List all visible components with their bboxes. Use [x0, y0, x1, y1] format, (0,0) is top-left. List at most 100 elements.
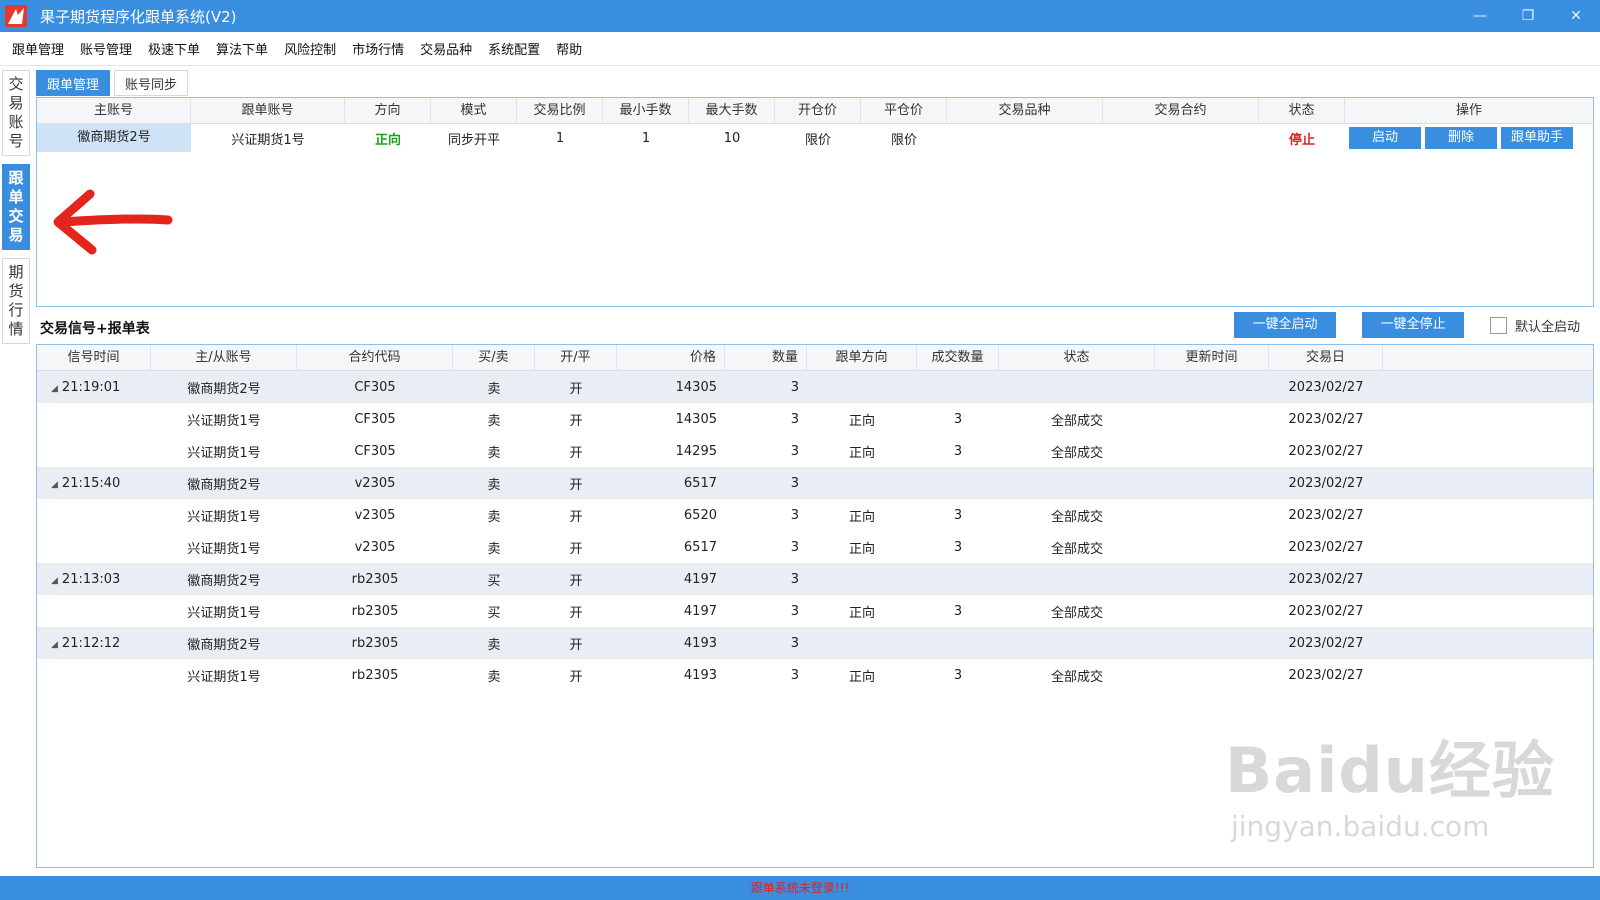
menu-risk-control[interactable]: 风险控制 [284, 39, 336, 58]
follow-table-row[interactable]: 徽商期货2号 兴证期货1号 正向 同步开平 1 1 10 限价 限价 停止 启动… [37, 124, 1593, 152]
expand-triangle-icon[interactable]: ◢ [51, 384, 58, 394]
sidebar-tab-follow-trading[interactable]: 跟 单 交 易 [2, 164, 30, 250]
menu-follow-management[interactable]: 跟单管理 [12, 39, 64, 58]
cell-follow-direction: 正向 [848, 445, 875, 461]
cell-filled-quantity: 3 [953, 539, 963, 555]
cell-trading-day: 2023/02/27 [1288, 539, 1364, 555]
menu-account-management[interactable]: 账号管理 [80, 39, 132, 58]
cell-buy-sell: 卖 [487, 477, 501, 493]
cell-order-status: 全部成交 [1050, 541, 1103, 557]
follow-config-panel: 主账号 跟单账号 方向 模式 交易比例 最小手数 最大手数 开仓价 平仓价 交易… [36, 97, 1594, 307]
start-button[interactable]: 启动 [1349, 127, 1421, 149]
cell-account: 兴证期货1号 [187, 605, 261, 621]
cell-contract-code: CF305 [354, 411, 396, 427]
cell-quantity: 3 [790, 507, 799, 523]
cell-quantity: 3 [790, 443, 799, 459]
cell-trading-day: 2023/02/27 [1288, 411, 1364, 427]
cell-trading-day: 2023/02/27 [1288, 635, 1364, 651]
col-price: 价格 [617, 344, 725, 371]
cell-buy-sell: 买 [487, 573, 501, 589]
table-row[interactable]: ◢ 21:19:01 徽商期货2号 CF305 卖 开 14305 3 2023/02/27 [37, 371, 1593, 403]
cell-price: 14305 [675, 411, 717, 427]
signal-table-header: 信号时间 主/从账号 合约代码 买/卖 开/平 价格 数量 跟单方向 成交数量 … [37, 344, 1593, 371]
cell-account: 兴证期货1号 [187, 413, 261, 429]
table-row[interactable]: 兴证期货1号 CF305 卖 开 14295 3 正向 3 全部成交 2023/02/27 [37, 435, 1593, 467]
col-min-lots: 最小手数 [603, 97, 689, 124]
cell-main-account[interactable]: 徽商期货2号 [37, 124, 191, 152]
table-row[interactable]: ◢ 21:12:12 徽商期货2号 rb2305 卖 开 4193 3 2023/02/27 [37, 627, 1593, 659]
follow-assistant-button[interactable]: 跟单助手 [1501, 127, 1573, 149]
col-open-close: 开/平 [535, 344, 617, 371]
default-start-checkbox[interactable] [1490, 317, 1507, 334]
cell-price: 14295 [675, 443, 717, 459]
sidebar-tab-trading-accounts[interactable]: 交 易 账 号 [2, 70, 30, 156]
minimize-button[interactable]: — [1456, 0, 1504, 32]
tab-follow-management[interactable]: 跟单管理 [36, 70, 111, 96]
cell-contract-code: rb2305 [351, 635, 399, 651]
cell-follow-direction: 正向 [848, 413, 875, 429]
menu-market-quotes[interactable]: 市场行情 [352, 39, 404, 58]
expand-triangle-icon[interactable]: ◢ [51, 576, 58, 586]
cell-contract-code: v2305 [354, 475, 396, 491]
expand-triangle-icon[interactable]: ◢ [51, 480, 58, 490]
tab-account-sync[interactable]: 账号同步 [114, 70, 189, 96]
cell-ratio: 1 [555, 130, 565, 146]
cell-buy-sell: 卖 [487, 445, 501, 461]
cell-account: 兴证期货1号 [187, 445, 261, 461]
close-button[interactable]: ✕ [1552, 0, 1600, 32]
table-row[interactable]: 兴证期货1号 rb2305 卖 开 4193 3 正向 3 全部成交 2023/02/27 [37, 659, 1593, 691]
delete-button[interactable]: 删除 [1425, 127, 1497, 149]
col-direction: 方向 [345, 97, 431, 124]
table-row[interactable]: ◢ 21:13:03 徽商期货2号 rb2305 买 开 4197 3 2023/02/27 [37, 563, 1593, 595]
cell-trading-day: 2023/02/27 [1288, 379, 1364, 395]
cell-price: 14305 [675, 379, 717, 395]
cell-follow-direction: 正向 [848, 605, 875, 621]
menu-trading-products[interactable]: 交易品种 [420, 39, 472, 58]
sidebar-tab-futures-quotes[interactable]: 期 货 行 情 [2, 258, 30, 344]
col-account: 主/从账号 [151, 344, 297, 371]
cell-price: 6517 [683, 539, 717, 555]
default-start-toggle[interactable]: 默认全启动 [1490, 316, 1580, 335]
status-bar: 跟单系统未登录!!! [0, 876, 1600, 900]
stop-all-button[interactable]: 一键全停止 [1362, 312, 1464, 338]
cell-buy-sell: 卖 [487, 509, 501, 525]
table-row[interactable]: 兴证期货1号 v2305 卖 开 6520 3 正向 3 全部成交 2023/02/27 [37, 499, 1593, 531]
cell-filled-quantity: 3 [953, 411, 963, 427]
col-status: 状态 [1259, 97, 1345, 124]
cell-price: 4197 [683, 603, 717, 619]
menu-algo-order[interactable]: 算法下单 [216, 39, 268, 58]
cell-signal-time: ◢ 21:19:01 [51, 379, 121, 395]
table-row[interactable]: 兴证期货1号 CF305 卖 开 14305 3 正向 3 全部成交 2023/02/27 [37, 403, 1593, 435]
menu-system-config[interactable]: 系统配置 [488, 39, 540, 58]
red-arrow-annotation [52, 188, 174, 264]
cell-contract-code: CF305 [354, 379, 396, 395]
cell-order-status: 全部成交 [1050, 669, 1103, 685]
cell-signal-time: ◢ 21:13:03 [51, 571, 121, 587]
cell-quantity: 3 [790, 539, 799, 555]
cell-contract-code: v2305 [354, 507, 396, 523]
cell-price: 6520 [683, 507, 717, 523]
table-row[interactable]: ◢ 21:15:40 徽商期货2号 v2305 卖 开 6517 3 2023/02/27 [37, 467, 1593, 499]
start-all-button[interactable]: 一键全启动 [1234, 312, 1336, 338]
col-filled-quantity: 成交数量 [917, 344, 999, 371]
col-trading-day: 交易日 [1269, 344, 1383, 371]
cell-buy-sell: 买 [487, 605, 501, 621]
cell-account: 兴证期货1号 [187, 509, 261, 525]
cell-filled-quantity: 3 [953, 603, 963, 619]
restore-button[interactable]: ❐ [1504, 0, 1552, 32]
menu-quick-order[interactable]: 极速下单 [148, 39, 200, 58]
cell-follow-direction: 正向 [848, 541, 875, 557]
menu-help[interactable]: 帮助 [556, 39, 582, 58]
table-row[interactable]: 兴证期货1号 rb2305 买 开 4197 3 正向 3 全部成交 2023/02/27 [37, 595, 1593, 627]
cell-open-close: 开 [569, 669, 583, 685]
cell-quantity: 3 [790, 667, 799, 683]
cell-trading-day: 2023/02/27 [1288, 507, 1364, 523]
table-row[interactable]: 兴证期货1号 v2305 卖 开 6517 3 正向 3 全部成交 2023/02/27 [37, 531, 1593, 563]
cell-filled-quantity: 3 [953, 507, 963, 523]
cell-quantity: 3 [790, 379, 799, 395]
col-buy-sell: 买/卖 [453, 344, 535, 371]
cell-trading-day: 2023/02/27 [1288, 667, 1364, 683]
cell-operations: 启动 删除 跟单助手 [1345, 127, 1593, 149]
cell-contract-code: rb2305 [351, 667, 399, 683]
expand-triangle-icon[interactable]: ◢ [51, 640, 58, 650]
